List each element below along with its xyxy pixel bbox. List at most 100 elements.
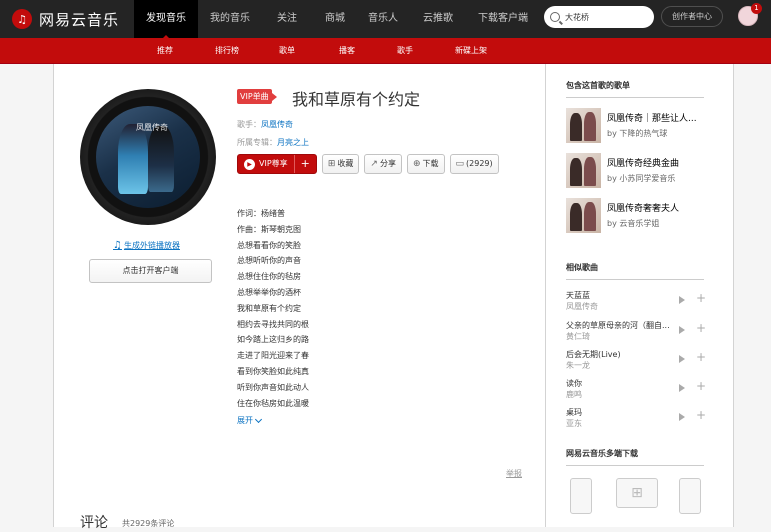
playlist-item[interactable]: 凤凰传奇经典金曲 by 小苏同学爱音乐 — [566, 153, 716, 189]
lyric-line: 相约去寻找共同的根 — [237, 319, 309, 329]
lyric-line: 如今踏上这归乡的路 — [237, 335, 309, 345]
play-icon[interactable] — [679, 384, 685, 392]
lyric-line: 听到你声音如此动人 — [237, 382, 309, 392]
playlist-name[interactable]: 凤凰传奇｜那些让人... — [607, 111, 707, 124]
add-icon[interactable]: + — [696, 322, 706, 334]
download-button[interactable]: ⊕ 下载 — [406, 154, 445, 174]
external-player-link[interactable]: ♫ 生成外链播放器 — [113, 240, 180, 251]
subnav-podcasts[interactable]: 播客 — [339, 38, 355, 64]
nav-follow[interactable]: 关注 — [262, 0, 312, 38]
search-box[interactable] — [544, 6, 654, 28]
play-icon[interactable] — [679, 296, 685, 304]
open-client-button[interactable]: 点击打开客户端 — [89, 259, 212, 283]
favorite-button[interactable]: ⊞ 收藏 — [321, 154, 360, 174]
download-icon: ⊕ — [412, 159, 421, 169]
play-icon: ▶ — [244, 158, 255, 170]
cover-figure-male — [148, 126, 174, 192]
similar-song-item: 桌玛 亚东 + — [566, 407, 706, 433]
similar-song-item: 读你 鹿鸣 + — [566, 378, 706, 404]
nav-discover[interactable]: 发现音乐 — [134, 0, 198, 39]
comments-count: 共2929条评论 — [122, 519, 175, 528]
nav-download-client[interactable]: 下载客户端 — [468, 0, 538, 38]
similar-song-artist[interactable]: 黄仁琦 — [566, 331, 590, 342]
playlist-item[interactable]: 凤凰传奇奢奢夫人 by 云音乐学姐 — [566, 198, 716, 234]
chevron-down-icon — [254, 415, 263, 423]
similar-song-artist[interactable]: 鹿鸣 — [566, 389, 582, 400]
subnav-new-albums[interactable]: 新碟上架 — [455, 38, 487, 64]
creator-center-button[interactable]: 创作者中心 — [661, 6, 723, 27]
expand-lyrics-button[interactable]: 展开 — [237, 415, 263, 426]
top-navigation-bar: ♫ 网易云音乐 发现音乐 我的音乐 关注 商城 音乐人 云推歌 下载客户端 创作… — [0, 0, 771, 39]
comment-button[interactable]: ▭ (2929) — [449, 154, 499, 174]
add-icon[interactable]: + — [696, 409, 706, 421]
singer-row: 歌手：凤凰传奇 — [237, 119, 293, 130]
download-label: 下载 — [422, 159, 439, 168]
play-icon[interactable] — [679, 326, 685, 334]
play-icon[interactable] — [679, 355, 685, 363]
subnav-playlists[interactable]: 歌单 — [279, 38, 295, 64]
add-icon[interactable]: + — [696, 351, 706, 363]
playlist-thumbnail[interactable] — [566, 108, 601, 143]
add-icon[interactable]: + — [696, 292, 706, 304]
lyric-line: 作词：杨绪普 — [237, 209, 285, 218]
expand-label: 展开 — [237, 416, 253, 425]
similar-song-title[interactable]: 天蓝蓝 — [566, 290, 674, 301]
album-link[interactable]: 月亮之上 — [277, 138, 309, 147]
lyric-line: 住在你毡房如此温暖 — [237, 398, 309, 408]
playlist-name[interactable]: 凤凰传奇经典金曲 — [607, 156, 707, 169]
similar-song-artist[interactable]: 亚东 — [566, 418, 582, 429]
share-button[interactable]: ↗ 分享 — [364, 154, 402, 174]
add-to-playlist-button[interactable]: + — [295, 155, 316, 173]
similar-song-title[interactable]: 读你 — [566, 378, 674, 389]
report-link[interactable]: 举报 — [506, 468, 522, 479]
nav-cloud-promote[interactable]: 云推歌 — [408, 0, 468, 38]
playlist-creator: by 云音乐学姐 — [607, 219, 660, 228]
playlist-creator-name[interactable]: 云音乐学姐 — [619, 219, 659, 228]
playlist-thumbnail[interactable] — [566, 153, 601, 188]
nav-mall[interactable]: 商城 — [312, 0, 358, 38]
song-actions: ▶ VIP尊享 + ⊞ 收藏 ↗ 分享 ⊕ 下载 ▭ (2929) — [237, 154, 504, 174]
windows-download-icon[interactable]: ⊞ — [616, 478, 658, 508]
sub-navigation-bar: 推荐 排行榜 歌单 播客 歌手 新碟上架 — [0, 38, 771, 64]
subnav-artists[interactable]: 歌手 — [397, 38, 413, 64]
playlist-creator-name[interactable]: 下降的热气球 — [619, 129, 667, 138]
playlist-name[interactable]: 凤凰传奇奢奢夫人 — [607, 201, 707, 214]
similar-song-item: 父亲的草原母亲的河（翻自... 黄仁琦 + — [566, 320, 706, 346]
vip-play-button[interactable]: ▶ VIP尊享 + — [237, 154, 317, 174]
nav-my-music[interactable]: 我的音乐 — [198, 0, 262, 38]
favorite-label: 收藏 — [337, 159, 354, 168]
album-cover: 凤凰传奇 — [96, 106, 200, 208]
playlist-creator-name[interactable]: 小苏同学爱音乐 — [619, 174, 675, 183]
cover-text: 凤凰传奇 — [136, 123, 168, 132]
nav-musician[interactable]: 音乐人 — [358, 0, 408, 38]
lyric-line: 总想举举你的酒杯 — [237, 287, 301, 297]
lyric-line: 总想住住你的毡房 — [237, 272, 301, 282]
play-icon[interactable] — [679, 413, 685, 421]
playlist-creator: by 小苏同学爱音乐 — [607, 174, 676, 183]
playlist-item[interactable]: 凤凰传奇｜那些让人... by 下降的热气球 — [566, 108, 716, 144]
brand-name: 网易云音乐 — [39, 10, 120, 29]
playlists-heading: 包含这首歌的歌单 — [566, 80, 704, 98]
lyric-line: 总想看看你的笑脸 — [237, 240, 301, 250]
add-icon[interactable]: + — [696, 380, 706, 392]
subnav-recommend[interactable]: 推荐 — [157, 38, 173, 64]
lyric-line: 走进了阳光迎来了春 — [237, 351, 309, 361]
lyric-line: 总想听听你的声音 — [237, 256, 301, 266]
similar-song-title[interactable]: 父亲的草原母亲的河（翻自... — [566, 320, 674, 331]
similar-song-title[interactable]: 后会无期(Live) — [566, 349, 674, 360]
search-input[interactable] — [565, 12, 650, 22]
vip-play-main[interactable]: ▶ VIP尊享 — [238, 155, 295, 173]
playlist-thumbnail[interactable] — [566, 198, 601, 233]
external-player-link-label: 生成外链播放器 — [123, 241, 180, 250]
singer-link[interactable]: 凤凰传奇 — [261, 120, 293, 129]
subnav-charts[interactable]: 排行榜 — [215, 38, 239, 64]
playlist-creator: by 下降的热气球 — [607, 129, 668, 138]
similar-song-artist[interactable]: 凤凰传奇 — [566, 301, 598, 312]
ios-download-icon[interactable] — [570, 478, 592, 514]
similar-song-title[interactable]: 桌玛 — [566, 407, 674, 418]
lyric-line: 我和草原有个约定 — [237, 303, 301, 313]
download-heading: 网易云音乐多端下载 — [566, 448, 704, 466]
similar-song-artist[interactable]: 朱一龙 — [566, 360, 590, 371]
android-download-icon[interactable] — [679, 478, 701, 514]
logo[interactable]: ♫ 网易云音乐 — [12, 8, 119, 30]
